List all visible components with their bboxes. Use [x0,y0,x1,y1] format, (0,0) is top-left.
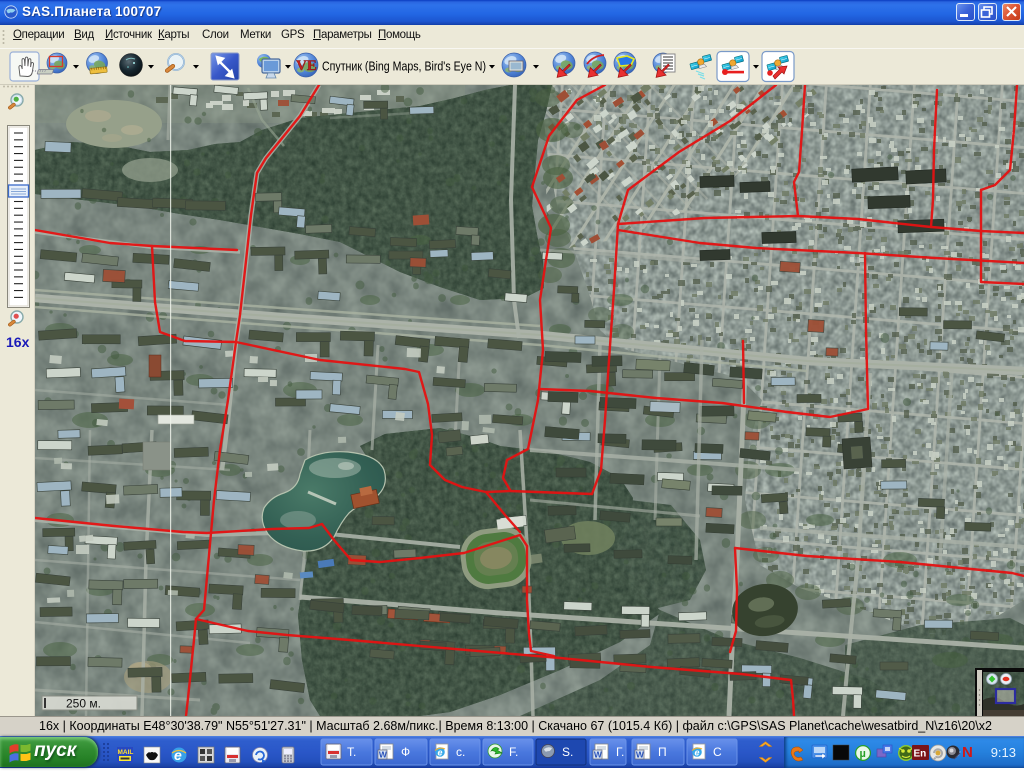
svg-text:µ: µ [860,748,866,760]
svg-text:W: W [379,750,388,760]
svg-text:T.: T. [347,745,356,759]
svg-text:S.: S. [562,745,573,759]
svg-text:Ф: Ф [401,745,410,759]
svg-text:c.: c. [456,745,465,759]
svg-text:En: En [914,749,927,760]
svg-text:N: N [962,744,973,761]
svg-text:F.: F. [509,745,518,759]
svg-text:W: W [636,750,645,760]
svg-text:Г.: Г. [616,745,624,759]
svg-text:VE: VE [296,58,317,74]
svg-text:e: e [174,747,182,763]
svg-text:C: C [713,745,722,759]
svg-text:16x: 16x [6,334,30,350]
svg-text:250 м.: 250 м. [66,697,101,711]
svg-text:MAIL: MAIL [118,749,134,756]
svg-text:П: П [658,745,667,759]
svg-text:W: W [594,750,603,760]
svg-text:Спутник (Bing Maps, Bird's Eye: Спутник (Bing Maps, Bird's Eye N) [322,60,486,74]
